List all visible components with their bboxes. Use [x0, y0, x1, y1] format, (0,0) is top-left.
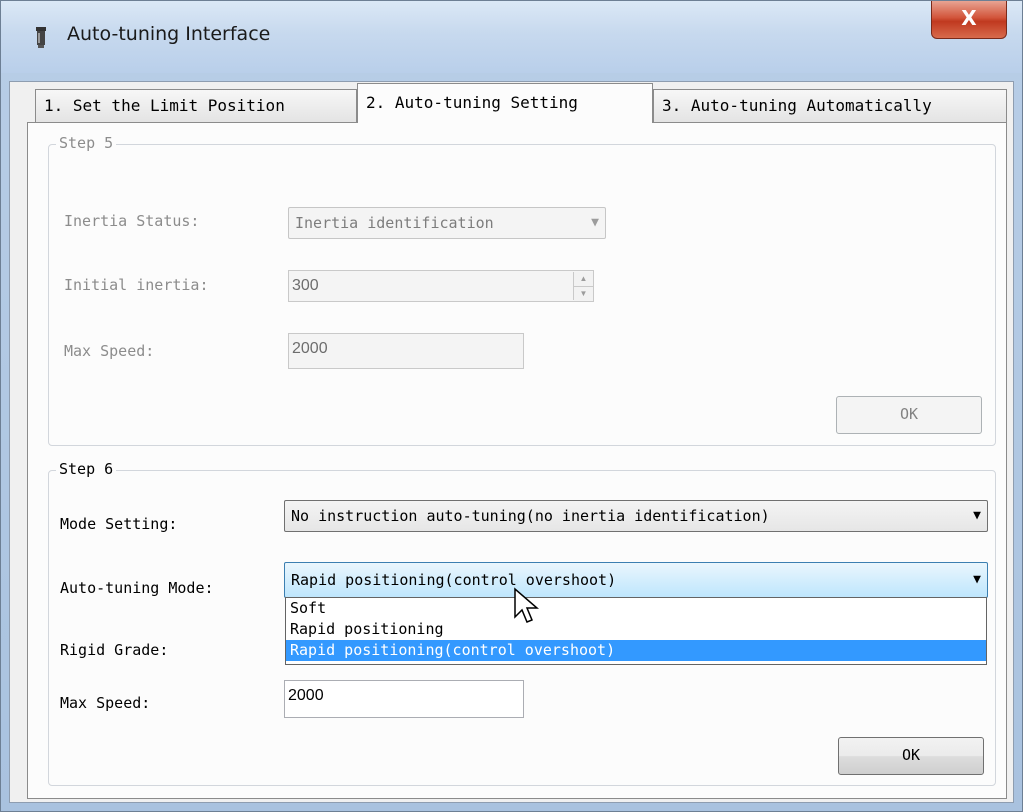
initial-inertia-input[interactable]: 300 ▲ ▼ [288, 270, 594, 302]
app-window: Auto-tuning Interface X 1. Set the Limit… [0, 0, 1023, 812]
step5-ok-button[interactable]: OK [836, 396, 982, 434]
chevron-down-icon: ▼ [973, 508, 981, 523]
initial-inertia-stepper[interactable]: ▲ ▼ [573, 272, 593, 301]
tab-set-limit-position[interactable]: 1. Set the Limit Position [35, 89, 357, 123]
max-speed-value-step5: 2000 [292, 340, 328, 357]
autotuning-mode-label: Auto-tuning Mode: [60, 579, 214, 597]
mouse-cursor-icon [514, 587, 539, 623]
max-speed-label-step6: Max Speed: [60, 694, 151, 712]
tab-auto-tuning-automatically[interactable]: 3. Auto-tuning Automatically [653, 89, 1007, 123]
stepper-up-icon[interactable]: ▲ [574, 272, 593, 287]
mode-setting-select[interactable]: No instruction auto-tuning(no inertia id… [284, 500, 988, 532]
step5-title: Step 5 [56, 134, 117, 152]
initial-inertia-label: Initial inertia: [64, 276, 209, 294]
chevron-down-icon: ▼ [973, 572, 981, 587]
autotuning-mode-value: Rapid positioning(control overshoot) [291, 571, 617, 589]
max-speed-label-step5: Max Speed: [64, 342, 155, 360]
max-speed-input-step6[interactable]: 2000 [284, 680, 524, 718]
dropdown-option-soft[interactable]: Soft [286, 598, 986, 619]
tab-panel: Step 5 Inertia Status: Inertia identific… [27, 122, 1007, 799]
max-speed-input-step5[interactable]: 2000 [288, 333, 524, 369]
app-icon [36, 27, 46, 48]
mode-setting-value: No instruction auto-tuning(no inertia id… [291, 507, 770, 525]
inertia-status-value: Inertia identification [295, 214, 494, 232]
autotuning-mode-dropdown: Soft Rapid positioning Rapid positioning… [285, 597, 987, 665]
title-bar: Auto-tuning Interface X [1, 1, 1022, 73]
dropdown-option-rapid-positioning-control-overshoot[interactable]: Rapid positioning(control overshoot) [286, 640, 986, 661]
step6-title: Step 6 [56, 460, 117, 478]
autotuning-mode-select[interactable]: Rapid positioning(control overshoot) ▼ [284, 562, 988, 598]
tab-auto-tuning-setting[interactable]: 2. Auto-tuning Setting [357, 83, 653, 123]
rigid-grade-label: Rigid Grade: [60, 641, 169, 659]
chevron-down-icon: ▼ [591, 215, 599, 230]
step6-ok-button[interactable]: OK [838, 737, 984, 775]
close-button[interactable]: X [931, 1, 1007, 39]
dropdown-option-rapid-positioning[interactable]: Rapid positioning [286, 619, 986, 640]
inertia-status-label: Inertia Status: [64, 212, 200, 230]
max-speed-value-step6: 2000 [288, 687, 324, 704]
close-icon: X [961, 6, 977, 30]
initial-inertia-value: 300 [292, 277, 319, 294]
stepper-down-icon[interactable]: ▼ [574, 287, 593, 301]
window-title: Auto-tuning Interface [67, 23, 271, 45]
mode-setting-label: Mode Setting: [60, 515, 178, 533]
inertia-status-select[interactable]: Inertia identification ▼ [288, 207, 606, 239]
